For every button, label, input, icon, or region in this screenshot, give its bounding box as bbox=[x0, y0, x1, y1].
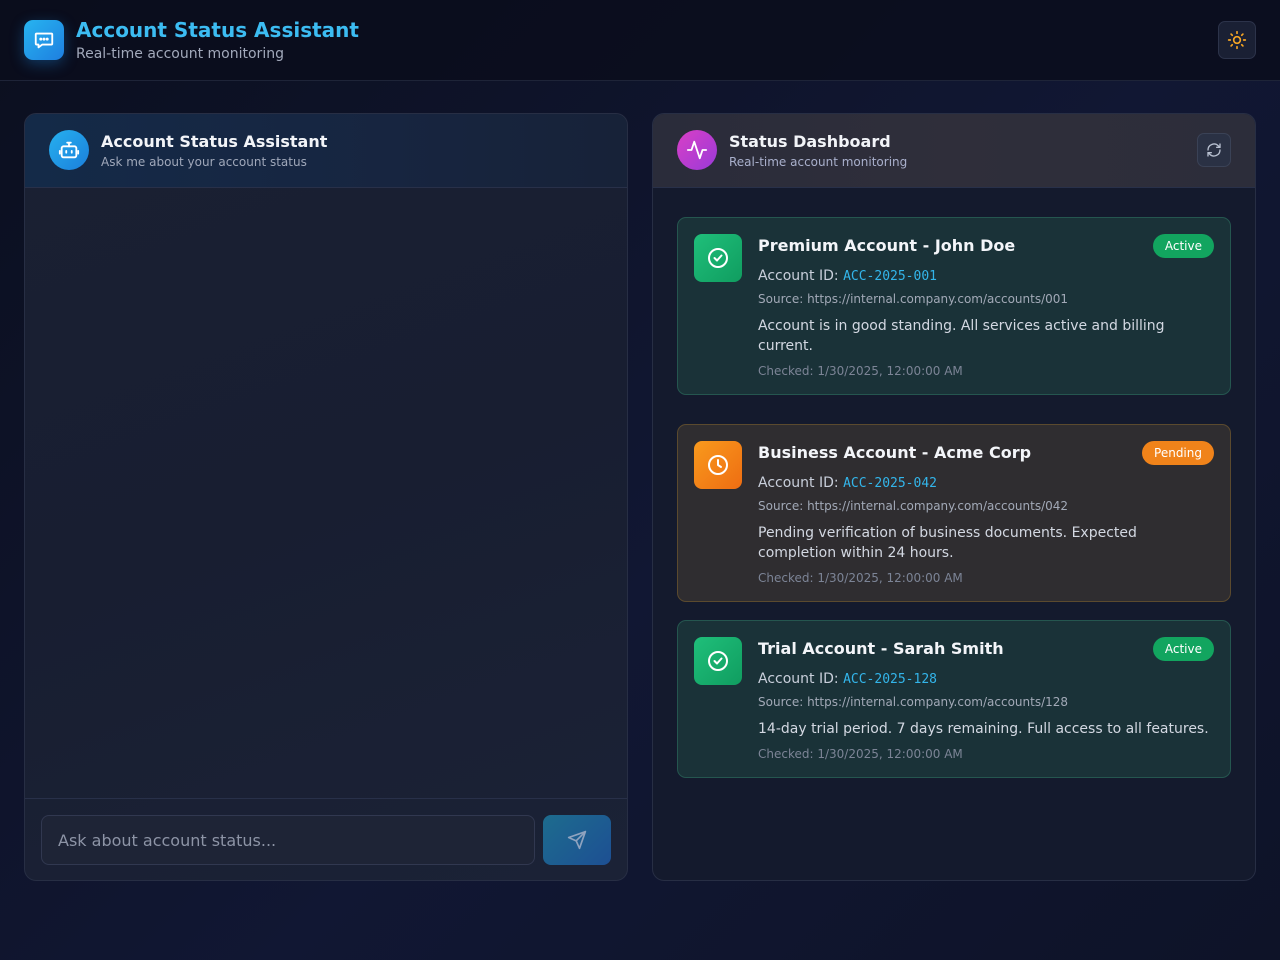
account-id-label: Account ID: bbox=[758, 671, 844, 687]
clock-icon bbox=[694, 441, 742, 489]
chat-title: Account Status Assistant bbox=[101, 132, 328, 151]
dashboard-header: Status Dashboard Real-time account monit… bbox=[653, 114, 1255, 188]
status-badge: Pending bbox=[1142, 441, 1214, 465]
app-title: Account Status Assistant bbox=[76, 18, 359, 42]
card-title: Business Account - Acme Corp bbox=[758, 443, 1032, 462]
card-title: Premium Account - John Doe bbox=[758, 236, 1016, 255]
app-subtitle: Real-time account monitoring bbox=[76, 46, 284, 62]
account-id-label: Account ID: bbox=[758, 475, 844, 491]
robot-icon bbox=[49, 130, 89, 170]
chat-panel: Account Status Assistant Ask me about yo… bbox=[24, 113, 628, 881]
dashboard-subtitle: Real-time account monitoring bbox=[729, 155, 908, 169]
card-checked-time: Checked: 1/30/2025, 12:00:00 AM bbox=[758, 364, 963, 378]
send-button[interactable] bbox=[543, 815, 611, 865]
status-card[interactable]: Business Account - Acme Corp Pending Acc… bbox=[677, 424, 1231, 602]
card-source: Source: https://internal.company.com/acc… bbox=[758, 499, 1069, 513]
status-badge: Active bbox=[1152, 637, 1214, 661]
chat-input[interactable] bbox=[41, 815, 535, 865]
card-source: Source: https://internal.company.com/acc… bbox=[758, 695, 1069, 709]
refresh-button[interactable] bbox=[1197, 133, 1231, 167]
dashboard-title: Status Dashboard bbox=[729, 132, 891, 151]
app-header: Account Status Assistant Real-time accou… bbox=[0, 0, 1280, 81]
chat-bubble-icon bbox=[24, 20, 64, 60]
status-badge: Active bbox=[1152, 234, 1214, 258]
chat-messages-area[interactable] bbox=[25, 188, 627, 798]
refresh-icon bbox=[1207, 143, 1221, 157]
activity-icon bbox=[677, 130, 717, 170]
sun-icon bbox=[1227, 30, 1247, 50]
account-id-value: ACC-2025-001 bbox=[843, 269, 937, 284]
card-checked-time: Checked: 1/30/2025, 12:00:00 AM bbox=[758, 747, 963, 761]
account-id: Account ID: ACC-2025-042 bbox=[758, 475, 937, 491]
send-icon bbox=[567, 830, 587, 850]
theme-toggle-button[interactable] bbox=[1218, 21, 1256, 59]
chat-header: Account Status Assistant Ask me about yo… bbox=[25, 114, 627, 188]
chat-input-bar bbox=[25, 798, 627, 880]
chat-subtitle: Ask me about your account status bbox=[101, 155, 307, 169]
account-id: Account ID: ACC-2025-001 bbox=[758, 268, 937, 284]
card-description: 14-day trial period. 7 days remaining. F… bbox=[758, 721, 1209, 737]
account-id-value: ACC-2025-042 bbox=[843, 476, 937, 491]
account-id: Account ID: ACC-2025-128 bbox=[758, 671, 937, 687]
check-circle-icon bbox=[694, 234, 742, 282]
card-title: Trial Account - Sarah Smith bbox=[758, 639, 1004, 658]
card-source: Source: https://internal.company.com/acc… bbox=[758, 292, 1069, 306]
account-id-value: ACC-2025-128 bbox=[843, 672, 937, 687]
status-card[interactable]: Trial Account - Sarah Smith Active Accou… bbox=[677, 620, 1231, 778]
card-checked-time: Checked: 1/30/2025, 12:00:00 AM bbox=[758, 571, 963, 585]
check-circle-icon bbox=[694, 637, 742, 685]
dashboard-panel: Status Dashboard Real-time account monit… bbox=[652, 113, 1256, 881]
status-card[interactable]: Premium Account - John Doe Active Accoun… bbox=[677, 217, 1231, 395]
account-id-label: Account ID: bbox=[758, 268, 844, 284]
card-description: Account is in good standing. All service… bbox=[758, 318, 1165, 354]
card-description: Pending verification of business documen… bbox=[758, 525, 1137, 561]
